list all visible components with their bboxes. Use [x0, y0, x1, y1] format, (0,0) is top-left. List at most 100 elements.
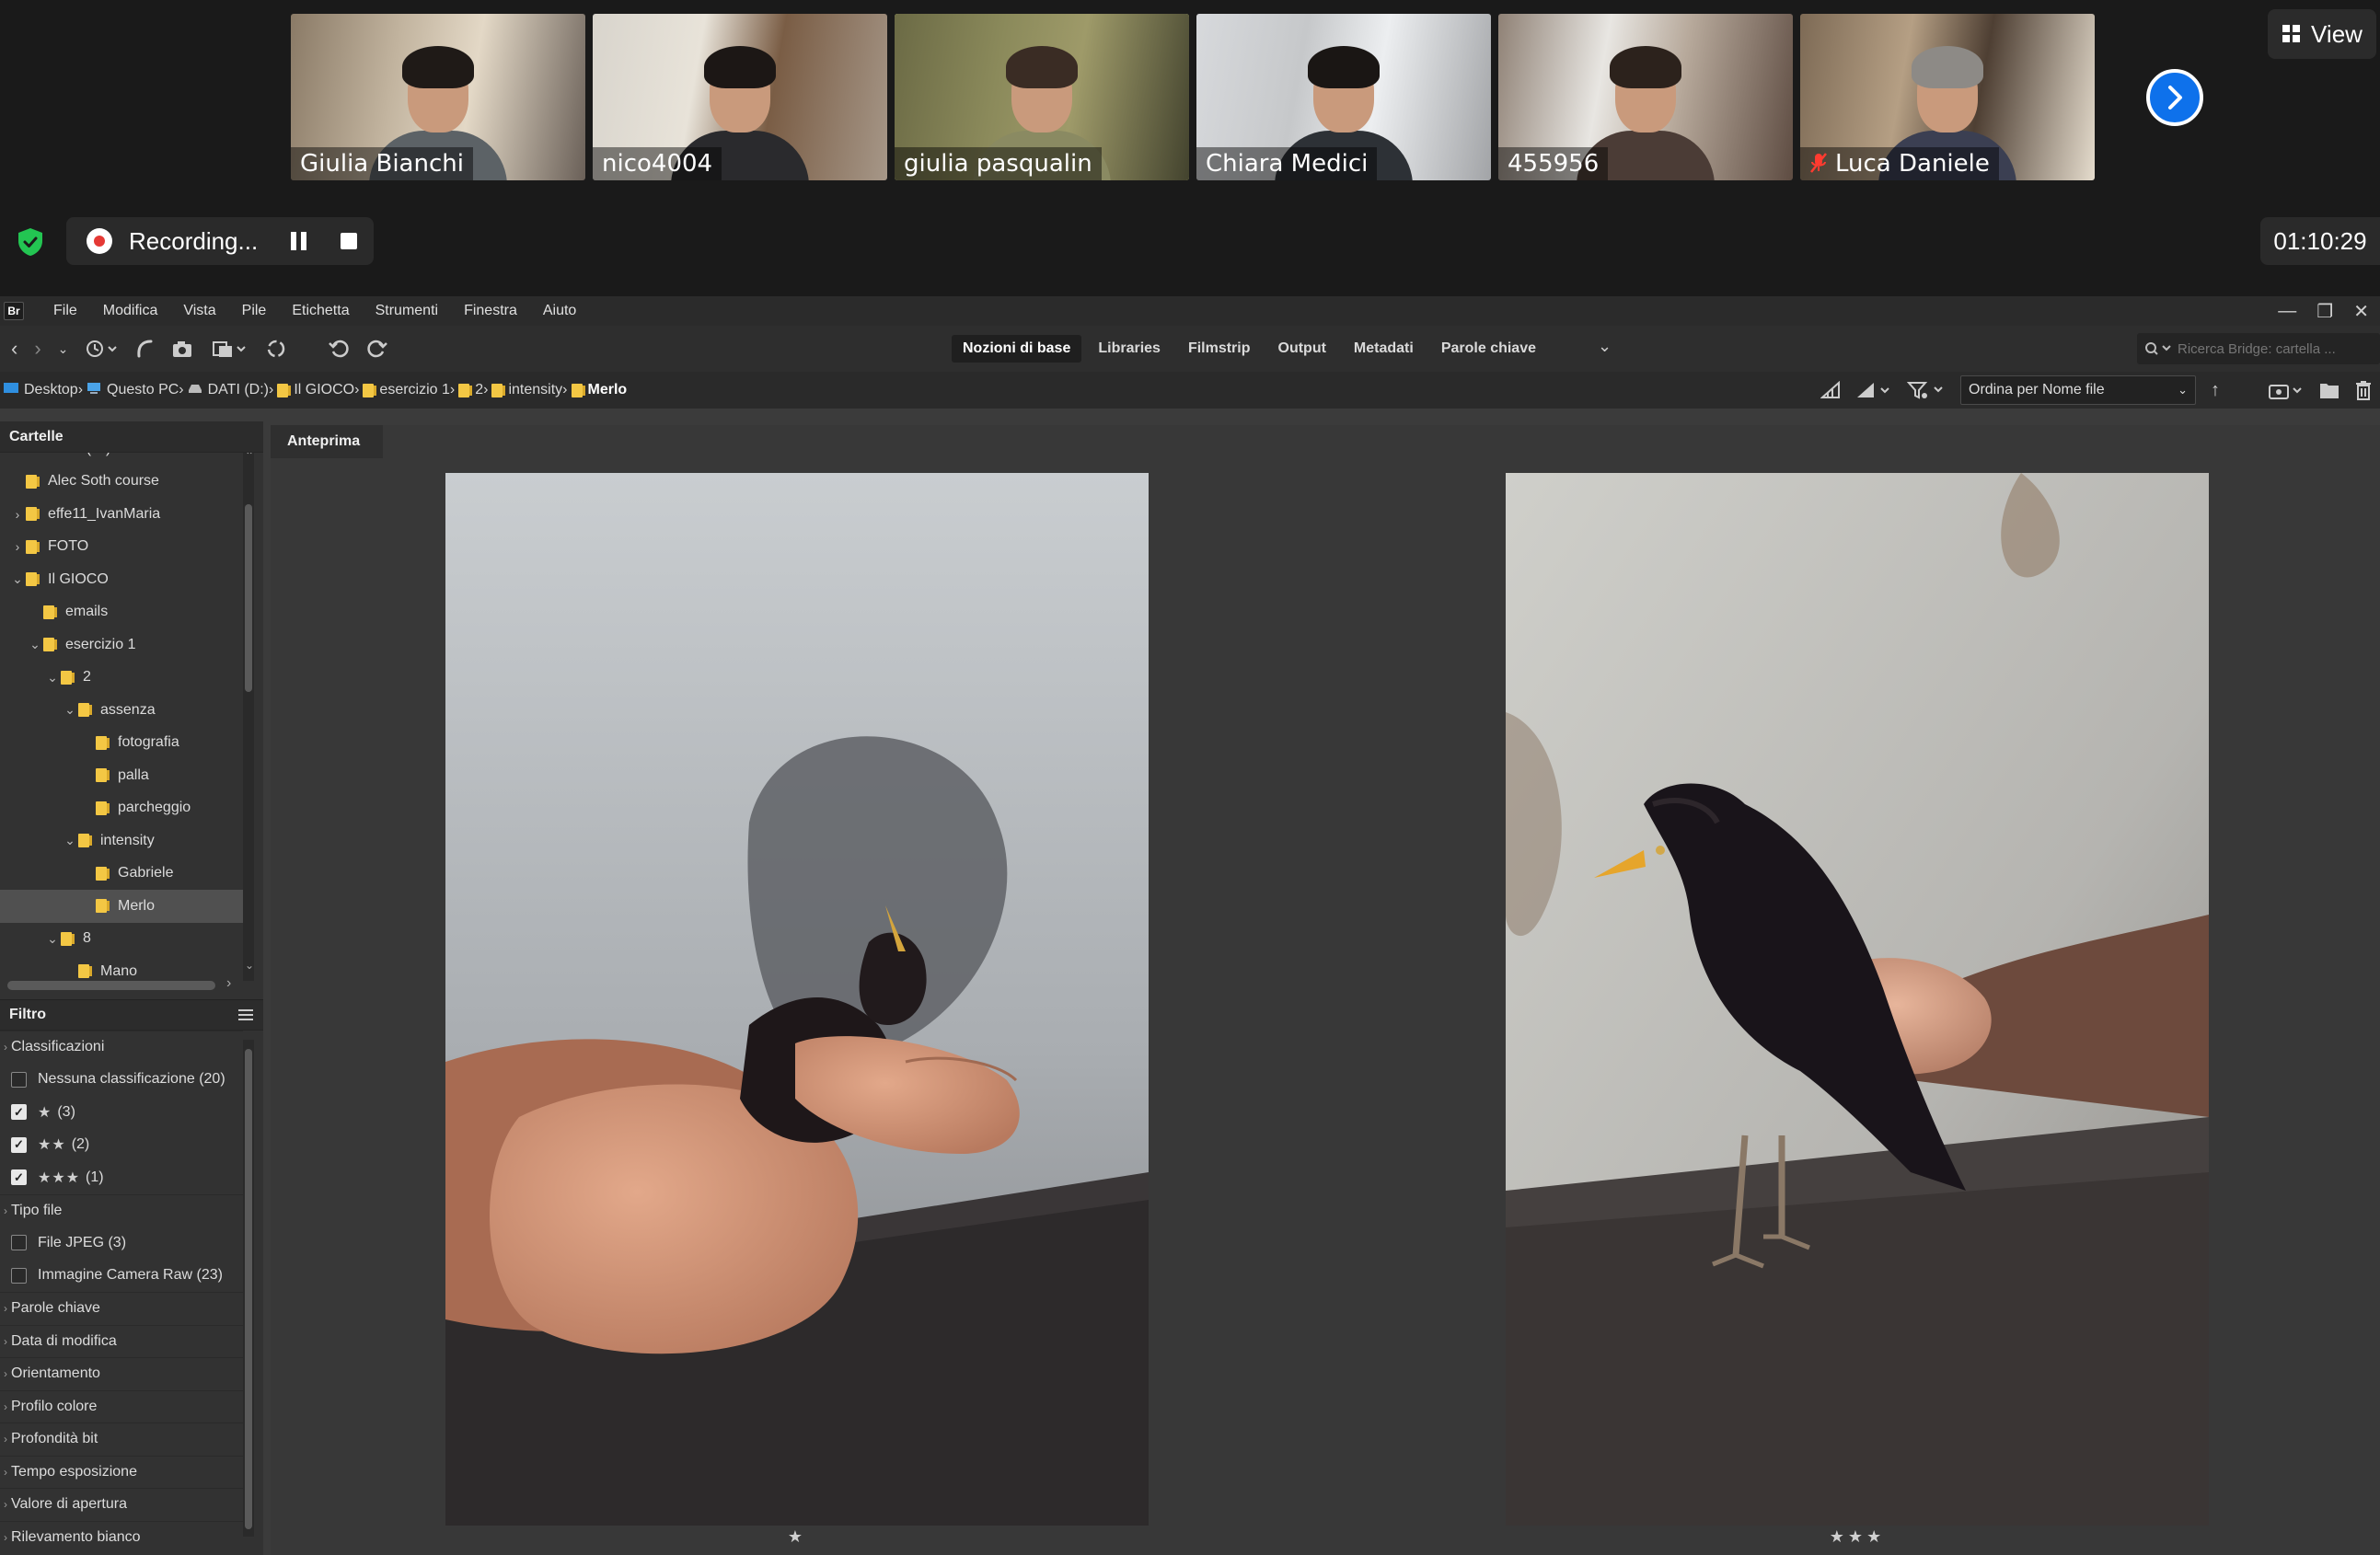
filter-section[interactable]: Valore di apertura: [0, 1488, 243, 1521]
menu-etichetta[interactable]: Etichetta: [279, 303, 362, 319]
filter-checkbox[interactable]: [11, 1136, 27, 1153]
filter-option[interactable]: ★ (3): [0, 1096, 243, 1129]
forward-icon[interactable]: ›: [34, 337, 40, 361]
preview-image-1[interactable]: [445, 473, 1149, 1526]
collapse-chevron-icon[interactable]: ⌄: [62, 833, 78, 848]
folder-tree-item[interactable]: fotografia: [0, 727, 243, 760]
filter-scroll-thumb[interactable]: [245, 1049, 252, 1529]
folder-tree-item[interactable]: ⌄ 2: [0, 662, 243, 695]
scroll-right-icon[interactable]: ›: [226, 975, 231, 992]
workspace-tab[interactable]: Metadati: [1343, 335, 1425, 363]
delete-icon[interactable]: [2354, 380, 2373, 400]
open-recent-icon[interactable]: [2268, 380, 2305, 400]
folder-tree-item[interactable]: DATI (D:): [0, 453, 243, 466]
breadcrumb-item[interactable]: esercizio 1: [359, 382, 450, 398]
menu-vista[interactable]: Vista: [170, 303, 228, 319]
collapse-chevron-icon[interactable]: ⌄: [44, 931, 61, 947]
participant-tile[interactable]: Luca Daniele: [1800, 14, 2095, 180]
filter-section[interactable]: Tempo esposizione: [0, 1455, 243, 1489]
folder-tree-item[interactable]: ⌄ Il GIOCO: [0, 563, 243, 596]
filter-section[interactable]: Classificazioni: [0, 1031, 243, 1064]
collapse-chevron-icon[interactable]: ⌄: [9, 571, 26, 587]
filter-items-icon[interactable]: [1907, 380, 1946, 400]
preview-image-2[interactable]: [1506, 473, 2209, 1526]
workspace-tab[interactable]: Nozioni di base: [952, 335, 1082, 363]
recent-history-icon[interactable]: [85, 338, 118, 360]
filter-checkbox[interactable]: [11, 1104, 27, 1121]
folder-tree-item[interactable]: › effe11_IvanMaria: [0, 498, 243, 531]
participant-tile[interactable]: giulia pasqualin: [895, 14, 1189, 180]
security-shield-icon[interactable]: [17, 227, 44, 257]
workspace-tab[interactable]: Filmstrip: [1177, 335, 1262, 363]
folders-scroll-thumb[interactable]: [245, 504, 252, 692]
collapse-chevron-icon[interactable]: ⌄: [62, 702, 78, 718]
close-icon[interactable]: ✕: [2353, 300, 2369, 323]
filter-option[interactable]: ★★★ (1): [0, 1161, 243, 1194]
refine-icon[interactable]: [212, 338, 248, 360]
preview-rating-1[interactable]: ★: [445, 1527, 1149, 1547]
scroll-down-icon[interactable]: ⌄: [245, 959, 254, 972]
workspace-more-icon[interactable]: ⌄: [1598, 337, 1612, 356]
filter-checkbox[interactable]: [11, 1267, 27, 1284]
filter-checkbox[interactable]: [11, 1169, 27, 1186]
workspace-tab[interactable]: Parole chiave: [1430, 335, 1547, 363]
filter-checkbox[interactable]: [11, 1071, 27, 1088]
folder-tree-item[interactable]: ⌄ intensity: [0, 824, 243, 858]
filter-option[interactable]: ★★ (2): [0, 1129, 243, 1162]
boomerang-icon[interactable]: [134, 338, 155, 360]
panel-menu-icon[interactable]: [237, 1008, 254, 1021]
filter-section[interactable]: Rilevamento bianco: [0, 1520, 243, 1554]
scroll-up-icon[interactable]: ⌃: [245, 453, 254, 462]
folder-tree-item[interactable]: palla: [0, 759, 243, 792]
chevron-down-icon[interactable]: ⌄: [58, 341, 69, 357]
workspace-tab[interactable]: Libraries: [1087, 335, 1172, 363]
menu-file[interactable]: File: [40, 303, 90, 319]
collapse-chevron-icon[interactable]: ⌄: [27, 637, 43, 652]
folder-tree-item[interactable]: parcheggio: [0, 792, 243, 825]
folders-scrollbar[interactable]: [243, 453, 254, 981]
folder-tree-item[interactable]: ⌄ 8: [0, 923, 243, 956]
folder-tree-item[interactable]: ⌄ esercizio 1: [0, 628, 243, 662]
filter-section[interactable]: Orientamento: [0, 1357, 243, 1390]
rotate-left-icon[interactable]: [328, 338, 350, 360]
filter-option[interactable]: File JPEG (3): [0, 1227, 243, 1260]
folder-tree-item[interactable]: Alec Soth course: [0, 466, 243, 499]
workspace-tab[interactable]: Output: [1267, 335, 1337, 363]
folder-tree-item[interactable]: › FOTO: [0, 531, 243, 564]
filter-section[interactable]: Profilo colore: [0, 1389, 243, 1423]
folder-tree-item[interactable]: emails: [0, 596, 243, 629]
filter-checkbox[interactable]: [11, 1235, 27, 1251]
collapse-chevron-icon[interactable]: ⌄: [44, 670, 61, 685]
breadcrumb-item[interactable]: Merlo: [568, 382, 627, 398]
filter-option[interactable]: Nessuna classificazione (20): [0, 1064, 243, 1097]
breadcrumb-item[interactable]: 2: [455, 382, 483, 398]
sort-ascending-icon[interactable]: ↑: [2211, 380, 2220, 401]
participant-tile[interactable]: 455956: [1498, 14, 1793, 180]
filter-section[interactable]: Profondità bit: [0, 1423, 243, 1456]
new-folder-icon[interactable]: [2319, 381, 2340, 399]
participant-tile[interactable]: nico4004: [593, 14, 887, 180]
camera-import-icon[interactable]: [171, 338, 195, 360]
next-participants-button[interactable]: [2146, 69, 2203, 126]
pause-recording-icon[interactable]: [291, 232, 307, 250]
folder-tree-item[interactable]: Gabriele: [0, 858, 243, 891]
menu-finestra[interactable]: Finestra: [451, 303, 530, 319]
filter-option[interactable]: Immagine Camera Raw (23): [0, 1260, 243, 1293]
filter-section[interactable]: Data di modifica: [0, 1324, 243, 1358]
search-box[interactable]: [2137, 333, 2380, 364]
breadcrumb-item[interactable]: Desktop: [0, 382, 78, 399]
folder-tree-item[interactable]: ⌄ assenza: [0, 694, 243, 727]
rating-filter-icon[interactable]: [1855, 381, 1892, 399]
restore-icon[interactable]: ❐: [2316, 300, 2333, 323]
expand-chevron-icon[interactable]: ›: [9, 507, 26, 522]
breadcrumb-item[interactable]: DATI (D:): [184, 382, 269, 398]
back-icon[interactable]: ‹: [11, 337, 17, 361]
participant-tile[interactable]: Chiara Medici: [1196, 14, 1491, 180]
participant-tile[interactable]: Giulia Bianchi: [291, 14, 585, 180]
sort-select[interactable]: Ordina per Nome file ⌄: [1960, 375, 2196, 405]
sync-icon[interactable]: [265, 338, 287, 360]
menu-modifica[interactable]: Modifica: [90, 303, 171, 319]
menu-pile[interactable]: Pile: [229, 303, 280, 319]
search-input[interactable]: [2178, 340, 2362, 357]
tab-preview[interactable]: Anteprima: [271, 425, 383, 458]
